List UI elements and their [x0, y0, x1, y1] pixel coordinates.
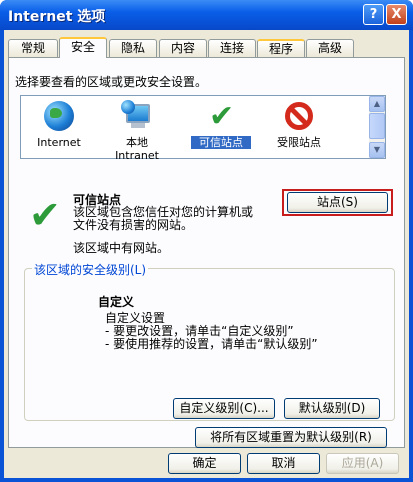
cancel-button[interactable]: 取消	[247, 453, 320, 474]
zone-local-intranet[interactable]: 本地 Intranet	[111, 100, 163, 162]
zone-label: Internet	[37, 136, 81, 149]
zone-restricted-sites[interactable]: 受限站点	[269, 100, 329, 149]
apply-button[interactable]: 应用(A)	[326, 453, 399, 474]
security-tab-panel: 选择要查看的区域或更改安全设置。 Internet 本地 Intranet ✔ …	[8, 57, 405, 448]
tab-security[interactable]: 安全	[59, 37, 107, 58]
zone-list-scrollbar[interactable]: ▲ ▼	[369, 96, 385, 158]
reset-all-zones-button[interactable]: 将所有区域重置为默认级别(R)	[195, 427, 387, 448]
title-bar[interactable]: Internet 选项 ? X	[0, 0, 413, 30]
custom-level-title: 自定义	[98, 295, 135, 309]
sites-button[interactable]: 站点(S)	[287, 192, 388, 213]
globe-icon	[43, 100, 75, 132]
custom-level-description: 自定义设置 - 要更改设置，请单击“自定义级别” - 要使用推荐的设置，请单击“…	[105, 312, 318, 351]
security-level-label: 该区域的安全级别(L)	[32, 261, 149, 278]
tab-content[interactable]: 内容	[159, 39, 207, 57]
zone-internet[interactable]: Internet	[33, 100, 85, 149]
scroll-up-button[interactable]: ▲	[369, 96, 385, 112]
tab-privacy[interactable]: 隐私	[109, 39, 157, 57]
selected-zone-description: 该区域包含您信任对您的计算机或文件没有损害的网站。	[73, 205, 254, 232]
zone-prompt: 选择要查看的区域或更改安全设置。	[15, 75, 208, 89]
zone-label: 本地 Intranet	[115, 136, 159, 162]
zone-list: Internet 本地 Intranet ✔ 可信站点 受限站点 ▲ ▼	[20, 95, 386, 162]
scroll-down-button[interactable]: ▼	[369, 142, 385, 158]
internet-options-window: Internet 选项 ? X 常规 安全 隐私 内容 连接 程序 高级 选择要…	[0, 0, 413, 482]
window-title: Internet 选项	[8, 9, 106, 25]
ok-button[interactable]: 确定	[168, 453, 241, 474]
check-icon: ✔	[209, 99, 235, 134]
tab-advanced[interactable]: 高级	[306, 39, 354, 57]
tab-programs[interactable]: 程序	[257, 39, 305, 57]
no-entry-icon	[283, 100, 315, 132]
zone-label: 受限站点	[277, 136, 321, 149]
zone-trusted-sites[interactable]: ✔ 可信站点	[191, 100, 251, 149]
custom-level-button[interactable]: 自定义级别(C)...	[173, 398, 275, 419]
intranet-icon	[121, 100, 153, 132]
dialog-client: 常规 安全 隐私 内容 连接 程序 高级 选择要查看的区域或更改安全设置。 In…	[4, 30, 409, 478]
scroll-thumb[interactable]	[369, 113, 385, 139]
zone-label: 可信站点	[191, 136, 251, 149]
tab-connections[interactable]: 连接	[208, 39, 256, 57]
tab-general[interactable]: 常规	[8, 39, 58, 57]
trusted-check-icon: ✔	[29, 193, 61, 237]
custom-line: - 要使用推荐的设置，请单击“默认级别”	[105, 337, 318, 351]
help-button[interactable]: ?	[363, 4, 384, 25]
selected-zone-status: 该区域中有网站。	[73, 241, 170, 255]
close-button[interactable]: X	[386, 4, 407, 25]
default-level-button[interactable]: 默认级别(D)	[284, 398, 380, 419]
